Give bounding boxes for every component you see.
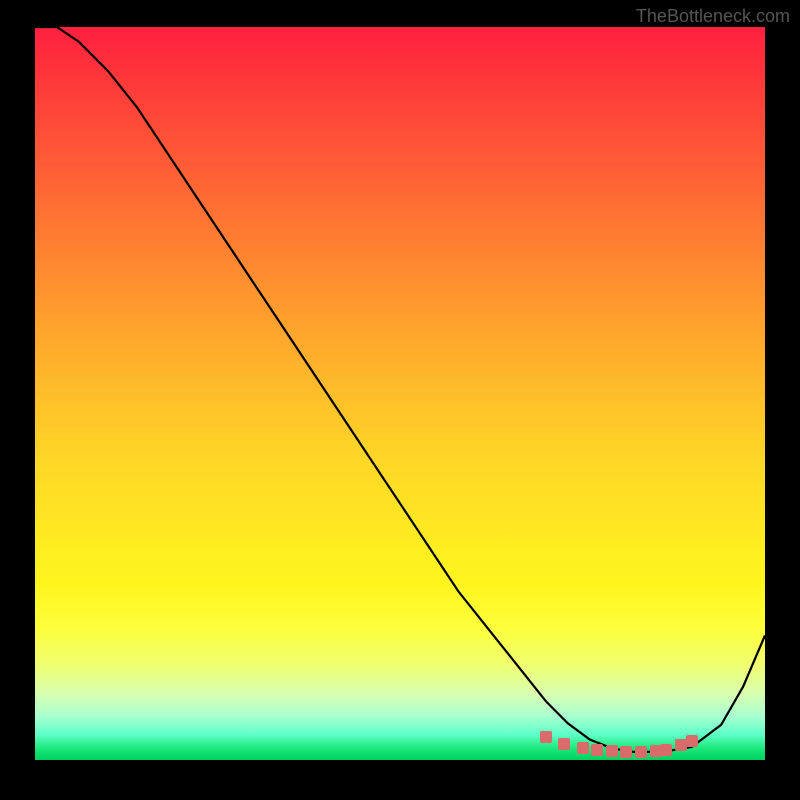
chart-marker: [558, 738, 570, 750]
chart-marker: [635, 746, 647, 758]
chart-marker: [577, 742, 589, 754]
chart-plot-area: [35, 27, 765, 760]
chart-marker: [606, 745, 618, 757]
chart-marker: [620, 746, 632, 758]
chart-marker: [591, 744, 603, 756]
chart-marker: [660, 744, 672, 756]
watermark-text: TheBottleneck.com: [636, 6, 790, 27]
chart-marker: [540, 731, 552, 743]
chart-markers: [35, 27, 765, 760]
chart-marker: [686, 735, 698, 747]
